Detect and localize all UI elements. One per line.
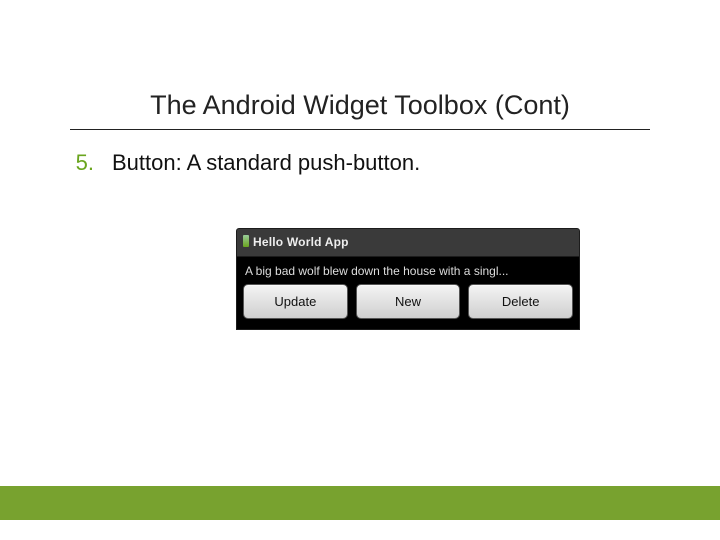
footer-bar bbox=[0, 486, 720, 520]
delete-button[interactable]: Delete bbox=[468, 284, 573, 319]
android-titlebar: Hello World App bbox=[236, 228, 580, 257]
title-underline bbox=[70, 129, 650, 130]
slide-title: The Android Widget Toolbox (Cont) bbox=[70, 90, 650, 127]
title-block: The Android Widget Toolbox (Cont) bbox=[70, 90, 650, 130]
content-body: 5. Button: A standard push-button. bbox=[70, 150, 650, 176]
button-row: Update New Delete bbox=[243, 284, 573, 319]
list-number: 5. bbox=[70, 150, 94, 176]
android-demo: Hello World App A big bad wolf blew down… bbox=[236, 228, 580, 330]
android-body: A big bad wolf blew down the house with … bbox=[236, 257, 580, 330]
android-text: A big bad wolf blew down the house with … bbox=[243, 261, 573, 284]
android-app-title: Hello World App bbox=[253, 235, 349, 249]
update-button[interactable]: Update bbox=[243, 284, 348, 319]
new-button[interactable]: New bbox=[356, 284, 461, 319]
list-text: Button: A standard push-button. bbox=[112, 150, 420, 176]
list-item: 5. Button: A standard push-button. bbox=[70, 150, 650, 176]
